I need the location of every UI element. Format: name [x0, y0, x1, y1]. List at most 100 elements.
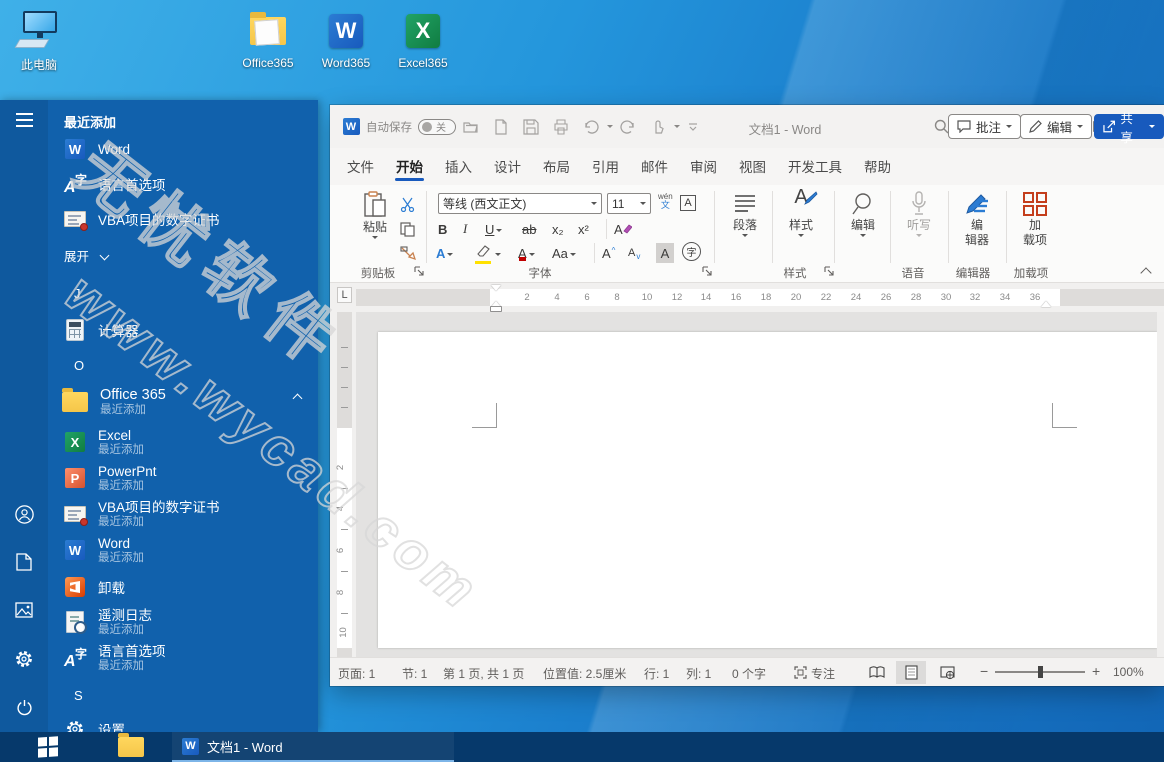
letter-header-o[interactable]: O	[74, 358, 84, 373]
editing-group-button[interactable]: 编辑	[840, 191, 886, 240]
print-preview-icon[interactable]	[553, 119, 569, 135]
file-explorer-taskbar-icon[interactable]	[96, 732, 166, 762]
character-shading-button[interactable]: A	[656, 243, 674, 263]
vertical-scrollbar[interactable]	[1157, 312, 1164, 657]
styles-button[interactable]: A 样式	[778, 191, 824, 240]
clear-formatting-button[interactable]: A	[614, 219, 632, 239]
menu-item-office365-group[interactable]: Office 365最近添加	[62, 384, 166, 420]
character-border-button[interactable]: A	[680, 193, 696, 213]
right-indent-marker[interactable]	[1041, 296, 1051, 307]
menu-item-uninstall[interactable]: 卸载	[64, 570, 125, 604]
tab-references[interactable]: 引用	[581, 148, 630, 185]
expand-button[interactable]: 展开	[64, 244, 108, 266]
font-dialog-launcher[interactable]	[702, 266, 712, 276]
paragraph-group-button[interactable]: 段落	[722, 191, 768, 240]
search-icon[interactable]	[934, 119, 949, 134]
menu-item-word-2[interactable]: W Word最近添加	[64, 532, 144, 568]
left-indent-marker[interactable]	[491, 307, 501, 311]
redo-icon[interactable]	[620, 119, 636, 135]
chevron-up-icon[interactable]	[293, 394, 303, 404]
document-page[interactable]	[378, 332, 1157, 648]
menu-item-vba-certificate[interactable]: VBA项目的数字证书	[64, 202, 220, 236]
tab-help[interactable]: 帮助	[853, 148, 902, 185]
first-line-indent-marker[interactable]	[491, 285, 501, 296]
customize-qat-icon[interactable]	[687, 119, 699, 135]
read-mode-button[interactable]	[862, 661, 892, 684]
desktop-icon-office365[interactable]: Office365	[232, 8, 304, 70]
autosave-toggle[interactable]: 关	[418, 119, 456, 135]
menu-item-language-preferences[interactable]: 字A 语言首选项	[64, 167, 166, 201]
text-effects-button[interactable]: ​A	[436, 243, 453, 263]
focus-mode-button[interactable]: 专注	[811, 665, 835, 682]
menu-item-excel[interactable]: X Excel最近添加	[64, 424, 144, 460]
desktop-icon-excel365[interactable]: X Excel365	[387, 8, 459, 70]
underline-button[interactable]: U	[485, 219, 502, 239]
italic-button[interactable]: I	[463, 219, 467, 239]
clipboard-dialog-launcher[interactable]	[414, 266, 424, 276]
power-icon[interactable]	[14, 697, 34, 717]
taskbar-word-button[interactable]: W 文档1 - Word	[172, 732, 454, 762]
comments-button[interactable]: 批注	[948, 114, 1021, 139]
pictures-icon[interactable]	[14, 600, 34, 620]
status-column[interactable]: 列: 1	[686, 665, 711, 682]
vertical-ruler[interactable]: 2 4 6 8 10	[337, 312, 352, 657]
zoom-percent[interactable]: 100%	[1113, 665, 1144, 679]
grow-font-button[interactable]: A^	[602, 243, 615, 263]
collapse-ribbon-button[interactable]	[1142, 269, 1150, 277]
editor-button[interactable]: 编辑器	[954, 191, 1000, 247]
tab-mailings[interactable]: 邮件	[630, 148, 679, 185]
undo-icon[interactable]	[583, 119, 599, 135]
copy-icon[interactable]	[400, 222, 415, 237]
phonetic-guide-button[interactable]: wén文	[658, 191, 673, 211]
settings-gear-icon[interactable]	[14, 649, 34, 669]
desktop-icon-this-pc[interactable]: 此电脑	[3, 8, 75, 73]
styles-dialog-launcher[interactable]	[824, 266, 834, 276]
tab-layout[interactable]: 布局	[532, 148, 581, 185]
editing-mode-button[interactable]: 编辑	[1020, 114, 1092, 139]
superscript-button[interactable]: x²	[578, 219, 589, 239]
shrink-font-button[interactable]: Av	[628, 243, 640, 263]
strikethrough-button[interactable]: ab	[522, 219, 536, 239]
status-page-of[interactable]: 第 1 页, 共 1 页	[443, 665, 524, 682]
touch-mode-dropdown[interactable]	[674, 125, 680, 131]
font-name-combo[interactable]: 等线 (西文正文)	[438, 193, 602, 214]
status-line[interactable]: 行: 1	[644, 665, 669, 682]
menu-item-telemetry-log[interactable]: 遥测日志最近添加	[64, 604, 152, 640]
tab-stop-selector[interactable]: L	[337, 287, 352, 303]
user-account-icon[interactable]	[14, 504, 34, 524]
menu-item-vba-certificate-2[interactable]: VBA项目的数字证书最近添加	[64, 496, 220, 532]
status-page[interactable]: 页面: 1	[338, 665, 375, 682]
documents-icon[interactable]	[14, 552, 34, 572]
tab-view[interactable]: 视图	[728, 148, 777, 185]
document-area[interactable]	[330, 312, 1164, 657]
tab-file[interactable]: 文件	[336, 148, 385, 185]
zoom-out-button[interactable]: −	[980, 663, 988, 679]
status-word-count[interactable]: 0 个字	[732, 665, 766, 682]
subscript-button[interactable]: x₂	[552, 219, 564, 239]
save-icon[interactable]	[523, 119, 539, 135]
undo-dropdown[interactable]	[607, 125, 613, 131]
letter-header-j[interactable]: J	[74, 286, 81, 301]
enclose-characters-button[interactable]: 字	[682, 242, 701, 261]
menu-item-settings[interactable]: 设置	[64, 712, 125, 732]
font-size-combo[interactable]: 11	[607, 193, 651, 214]
tab-developer[interactable]: 开发工具	[777, 148, 853, 185]
cut-icon[interactable]	[400, 197, 415, 212]
touch-mouse-mode-icon[interactable]	[650, 119, 666, 135]
status-section[interactable]: 节: 1	[402, 665, 427, 682]
new-document-icon[interactable]	[493, 119, 509, 135]
add-ins-button[interactable]: 加载项	[1012, 191, 1058, 247]
hamburger-menu-icon[interactable]	[14, 110, 34, 130]
start-button[interactable]	[0, 732, 96, 762]
desktop-icon-word365[interactable]: W Word365	[310, 8, 382, 70]
menu-item-powerpoint[interactable]: P PowerPnt最近添加	[64, 460, 157, 496]
paste-button[interactable]: 粘贴	[352, 191, 398, 242]
menu-item-language-preferences-2[interactable]: 字A 语言首选项最近添加	[64, 640, 166, 676]
hanging-indent-marker[interactable]	[491, 296, 501, 307]
web-layout-button[interactable]	[932, 661, 962, 684]
dictate-button[interactable]: 听写	[896, 191, 942, 240]
open-icon[interactable]	[463, 119, 479, 135]
change-case-button[interactable]: Aa	[552, 243, 576, 263]
zoom-in-button[interactable]: +	[1092, 663, 1100, 679]
tab-insert[interactable]: 插入	[434, 148, 483, 185]
